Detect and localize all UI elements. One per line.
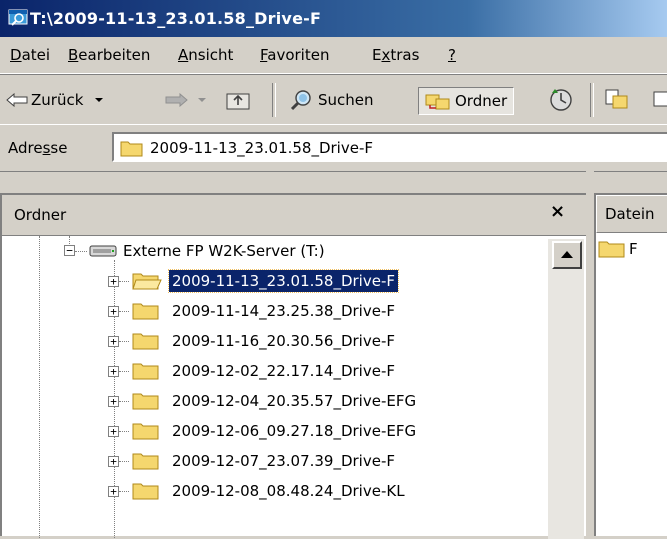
menu-ansicht[interactable]: Ansicht: [178, 46, 233, 64]
folder-icon: [132, 483, 159, 500]
expand-icon[interactable]: +: [108, 306, 119, 317]
expand-icon[interactable]: +: [108, 486, 119, 497]
folder-icon: [132, 423, 159, 440]
title-bar: T:\2009-11-13_23.01.58_Drive-F: [0, 0, 667, 37]
expand-icon[interactable]: +: [108, 396, 119, 407]
search-button[interactable]: Suchen: [290, 87, 374, 113]
forward-arrow-icon: [165, 93, 188, 107]
forward-button[interactable]: [164, 87, 210, 113]
column-header-name[interactable]: Datein: [596, 195, 667, 233]
tree-item-folder[interactable]: + 2009-12-08_08.48.24_Drive-KL: [2, 478, 542, 504]
close-icon[interactable]: ×: [550, 201, 565, 222]
tree-item-folder[interactable]: + 2009-12-06_09.27.18_Drive-EFG: [2, 418, 542, 444]
column-header-label: Datein: [605, 205, 655, 223]
back-label: Zurück: [31, 91, 84, 109]
tree-item-folder[interactable]: + 2009-11-14_23.25.38_Drive-F: [2, 298, 542, 324]
menu-bar: Datei Bearbeiten Ansicht Favoriten Extra…: [0, 37, 667, 74]
expand-icon[interactable]: +: [108, 276, 119, 287]
network-drive-icon: [89, 245, 117, 257]
drive-label: Externe FP W2K-Server (T:): [123, 242, 325, 260]
move-to-icon: [605, 89, 628, 109]
scroll-up-button[interactable]: [552, 241, 582, 269]
tree-item-label: 2009-12-06_09.27.18_Drive-EFG: [172, 422, 417, 440]
folder-icon: [132, 393, 159, 410]
expand-icon[interactable]: +: [108, 426, 119, 437]
vertical-scrollbar[interactable]: [548, 239, 584, 539]
arrow-up-icon: [561, 251, 573, 258]
folders-tree-icon: [425, 94, 450, 110]
toolbar: Zurück Suchen Ordner: [0, 74, 667, 125]
file-item-label: F: [629, 240, 638, 258]
expand-icon[interactable]: +: [108, 366, 119, 377]
tree-item-label: 2009-12-07_23.07.39_Drive-F: [172, 452, 396, 470]
tree-item-label: 2009-12-02_22.17.14_Drive-F: [172, 362, 396, 380]
back-button[interactable]: Zurück: [6, 87, 107, 113]
history-clock-icon: [550, 89, 572, 111]
history-button[interactable]: [548, 87, 574, 113]
address-input[interactable]: 2009-11-13_23.01.58_Drive-F: [112, 132, 667, 162]
folder-icon: [132, 453, 159, 470]
menu-bearbeiten[interactable]: Bearbeiten: [68, 46, 150, 64]
search-icon: [290, 90, 311, 111]
forward-dropdown-icon[interactable]: [194, 95, 210, 105]
folder-pane-header: Ordner ×: [2, 195, 586, 236]
file-list-pane: Datein F: [594, 193, 667, 536]
tree-item-label: 2009-12-08_08.48.24_Drive-KL: [172, 482, 405, 500]
copy-to-icon: [653, 91, 667, 107]
folder-icon: [132, 303, 159, 320]
up-folder-button[interactable]: [226, 87, 252, 113]
tree-item-folder[interactable]: + 2009-11-16_20.30.56_Drive-F: [2, 328, 542, 354]
address-bar: Adresse 2009-11-13_23.01.58_Drive-F: [0, 124, 667, 172]
folder-pane-title: Ordner: [14, 206, 67, 224]
search-label: Suchen: [318, 91, 374, 109]
tree-item-folder[interactable]: + 2009-11-13_23.01.58_Drive-F: [2, 268, 542, 294]
explorer-search-icon: [8, 9, 28, 26]
tree-item-label: 2009-11-13_23.01.58_Drive-F: [167, 269, 400, 293]
copy-to-button[interactable]: [652, 87, 667, 113]
tree-item-label: 2009-12-04_20.35.57_Drive-EFG: [172, 392, 417, 410]
back-arrow-icon: [6, 93, 28, 107]
menu-datei[interactable]: Datei: [10, 46, 50, 64]
file-list-item[interactable]: F: [598, 239, 638, 259]
folder-tree: − Externe FP W2K-Server (T:) + 2009-11-1…: [2, 236, 586, 538]
tree-item-label: 2009-11-14_23.25.38_Drive-F: [172, 302, 396, 320]
up-folder-icon: [226, 93, 250, 110]
folders-label: Ordner: [455, 92, 508, 110]
folder-icon: [598, 241, 625, 258]
window-title: T:\2009-11-13_23.01.58_Drive-F: [30, 9, 322, 28]
folders-toggle-button[interactable]: Ordner: [418, 87, 515, 115]
folder-tree-pane: Ordner × − Externe FP W2K-Server (T:) +: [0, 193, 586, 539]
collapse-icon[interactable]: −: [64, 245, 75, 256]
folder-icon: [120, 141, 143, 157]
back-dropdown-icon[interactable]: [91, 95, 107, 105]
folder-icon: [132, 333, 159, 350]
menu-help[interactable]: ?: [448, 46, 456, 64]
tree-item-label: 2009-11-16_20.30.56_Drive-F: [172, 332, 396, 350]
tree-item-drive[interactable]: − Externe FP W2K-Server (T:): [2, 238, 542, 264]
menu-favoriten[interactable]: Favoriten: [260, 46, 329, 64]
tree-item-folder[interactable]: + 2009-12-04_20.35.57_Drive-EFG: [2, 388, 542, 414]
address-label: Adresse: [8, 139, 68, 157]
address-value: 2009-11-13_23.01.58_Drive-F: [150, 139, 374, 157]
expand-icon[interactable]: +: [108, 336, 119, 347]
folder-open-icon: [132, 273, 162, 290]
tree-item-folder[interactable]: + 2009-12-07_23.07.39_Drive-F: [2, 448, 542, 474]
pane-splitter[interactable]: [586, 170, 594, 536]
move-to-button[interactable]: [604, 87, 630, 113]
tree-item-folder[interactable]: + 2009-12-02_22.17.14_Drive-F: [2, 358, 542, 384]
folder-icon: [132, 363, 159, 380]
menu-extras[interactable]: Extras: [372, 46, 419, 64]
expand-icon[interactable]: +: [108, 456, 119, 467]
